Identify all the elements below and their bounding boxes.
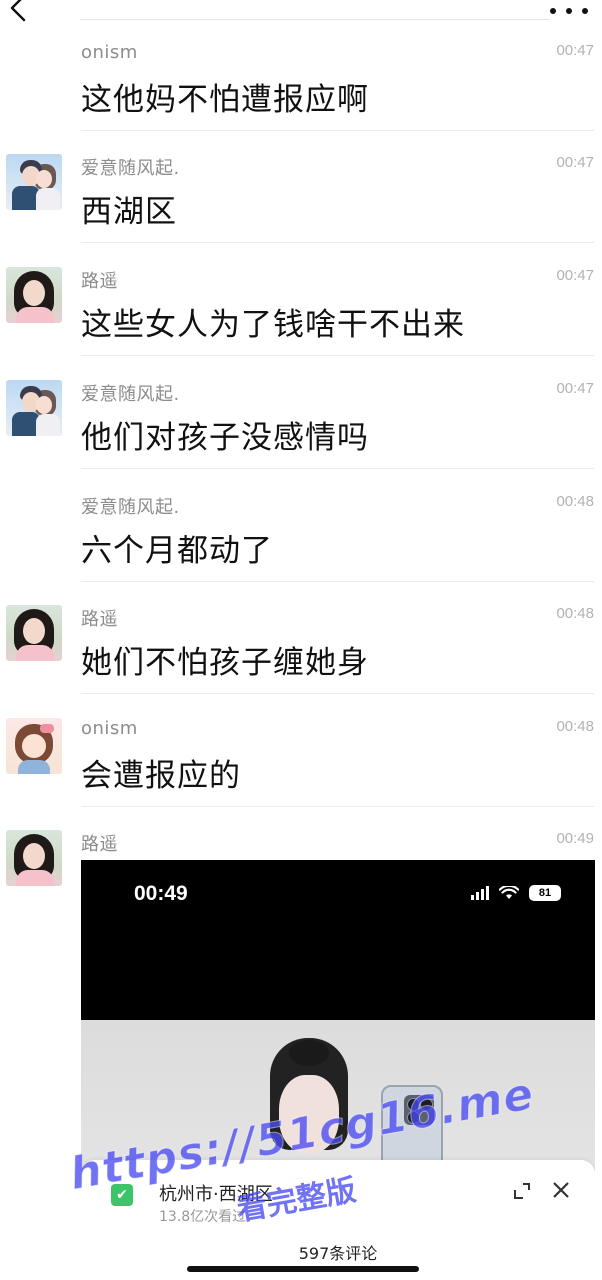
message-time: 00:47 <box>556 154 594 171</box>
location-title: 杭州市·西湖区 <box>159 1184 273 1205</box>
sender-name: onism <box>81 718 138 739</box>
header-divider <box>80 19 550 20</box>
shared-screenshot[interactable]: 00:49 81 ✔ 杭州市·西湖区 13.8亿次看过 597条评论 <box>81 860 595 1280</box>
location-views: 13.8亿次看过 <box>159 1209 247 1225</box>
message-time: 00:48 <box>556 493 594 510</box>
message-text: 会遭报应的 <box>81 758 241 794</box>
comment-sheet: ✔ 杭州市·西湖区 13.8亿次看过 597条评论 <box>81 1160 595 1280</box>
message-item[interactable]: 爱意随风起. 00:48 六个月都动了 <box>0 487 602 582</box>
avatar[interactable] <box>6 718 62 774</box>
message-item[interactable]: 路遥 00:49 <box>0 824 602 886</box>
avatar[interactable] <box>6 154 62 210</box>
message-text: 这些女人为了钱啥干不出来 <box>81 307 465 343</box>
status-time: 00:49 <box>134 882 188 905</box>
sender-name: 路遥 <box>81 271 118 292</box>
message-item[interactable]: 路遥 00:48 她们不怕孩子缠她身 <box>0 599 602 694</box>
divider <box>81 130 594 131</box>
message-item[interactable]: onism 00:48 会遭报应的 <box>0 712 602 807</box>
camera-module <box>404 1095 434 1125</box>
message-text: 他们对孩子没感情吗 <box>81 420 369 456</box>
signal-icon <box>471 886 489 900</box>
message-time: 00:48 <box>556 718 594 735</box>
phone-status-bar: 00:49 81 <box>81 860 595 1020</box>
divider <box>81 581 594 582</box>
status-icons: 81 <box>471 885 561 901</box>
sender-name: onism <box>81 42 138 63</box>
divider <box>81 693 594 694</box>
home-indicator <box>187 1266 419 1272</box>
message-time: 00:47 <box>556 42 594 59</box>
message-item[interactable]: 爱意随风起. 00:47 西湖区 <box>0 148 602 243</box>
location-icon: ✔ <box>111 1184 133 1206</box>
avatar[interactable] <box>6 267 62 323</box>
message-time: 00:48 <box>556 605 594 622</box>
comments-count: 597条评论 <box>298 1244 378 1263</box>
person-hair-bun <box>289 1040 329 1066</box>
avatar[interactable] <box>6 605 62 661</box>
message-text: 西湖区 <box>81 194 177 230</box>
sender-name: 路遥 <box>81 834 118 855</box>
message-text: 六个月都动了 <box>81 533 273 569</box>
sender-name: 爱意随风起. <box>81 158 180 179</box>
expand-icon <box>514 1183 530 1199</box>
wifi-icon <box>499 886 519 899</box>
avatar[interactable] <box>6 380 62 436</box>
avatar[interactable] <box>6 830 62 886</box>
sender-name: 爱意随风起. <box>81 497 180 518</box>
message-text: 这他妈不怕遭报应啊 <box>81 82 369 118</box>
divider <box>81 355 594 356</box>
message-item[interactable]: 爱意随风起. 00:47 他们对孩子没感情吗 <box>0 374 602 469</box>
message-item[interactable]: onism 00:47 这他妈不怕遭报应啊 <box>0 36 602 131</box>
message-text: 她们不怕孩子缠她身 <box>81 645 369 681</box>
person-face <box>279 1075 339 1153</box>
message-item[interactable]: 路遥 00:47 这些女人为了钱啥干不出来 <box>0 261 602 356</box>
chevron-left-icon[interactable] <box>4 0 32 24</box>
top-bar <box>0 0 602 22</box>
divider <box>81 242 594 243</box>
message-time: 00:47 <box>556 380 594 397</box>
close-icon <box>553 1182 569 1198</box>
divider <box>81 806 594 807</box>
message-time: 00:47 <box>556 267 594 284</box>
message-time: 00:49 <box>556 830 594 847</box>
battery-icon: 81 <box>529 885 561 901</box>
sender-name: 路遥 <box>81 609 118 630</box>
sender-name: 爱意随风起. <box>81 384 180 405</box>
divider <box>81 468 594 469</box>
more-dots-icon[interactable] <box>550 0 588 22</box>
